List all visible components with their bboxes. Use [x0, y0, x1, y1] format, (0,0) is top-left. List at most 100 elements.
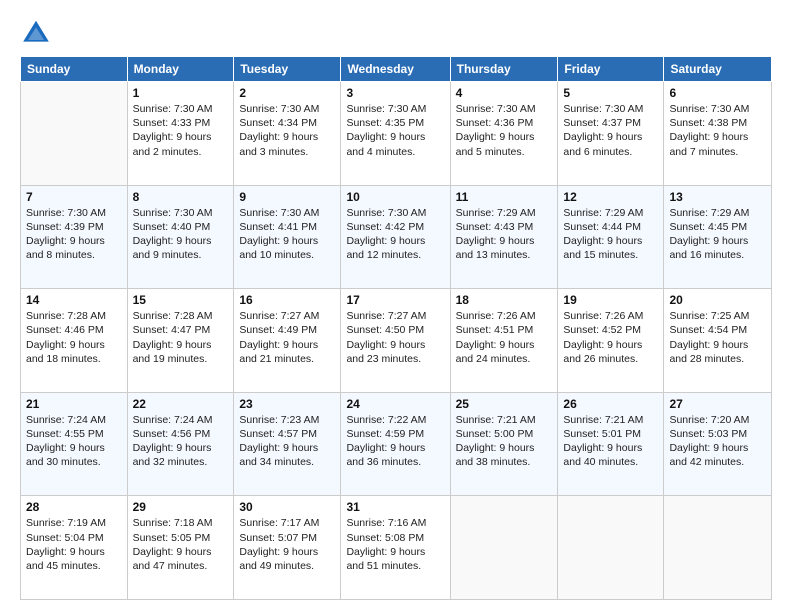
cell-info: Sunrise: 7:30 AM Sunset: 4:34 PM Dayligh… [239, 102, 335, 159]
cell-info: Sunrise: 7:30 AM Sunset: 4:36 PM Dayligh… [456, 102, 553, 159]
calendar-cell: 31 Sunrise: 7:16 AM Sunset: 5:08 PM Dayli… [341, 496, 450, 600]
cell-info: Sunrise: 7:30 AM Sunset: 4:42 PM Dayligh… [346, 206, 444, 263]
day-number: 6 [669, 86, 766, 100]
calendar-cell: 1Sunrise: 7:30 AM Sunset: 4:33 PM Daylig… [127, 82, 234, 186]
dow-header-saturday: Saturday [664, 57, 772, 82]
cell-info: Sunrise: 7:24 AM Sunset: 4:56 PM Dayligh… [133, 413, 229, 470]
cell-info: Sunrise: 7:30 AM Sunset: 4:37 PM Dayligh… [563, 102, 658, 159]
cell-info: Sunrise: 7:29 AM Sunset: 4:43 PM Dayligh… [456, 206, 553, 263]
day-number: 18 [456, 293, 553, 307]
calendar-cell: 17 Sunrise: 7:27 AM Sunset: 4:50 PM Dayli… [341, 289, 450, 393]
calendar-cell: 30 Sunrise: 7:17 AM Sunset: 5:07 PM Dayli… [234, 496, 341, 600]
cell-info: Sunrise: 7:27 AM Sunset: 4:50 PM Dayligh… [346, 309, 444, 366]
day-number: 5 [563, 86, 658, 100]
dow-header-wednesday: Wednesday [341, 57, 450, 82]
day-number: 11 [456, 190, 553, 204]
day-number: 30 [239, 500, 335, 514]
cell-info: Sunrise: 7:24 AM Sunset: 4:55 PM Dayligh… [26, 413, 122, 470]
cell-info: Sunrise: 7:27 AM Sunset: 4:49 PM Dayligh… [239, 309, 335, 366]
day-number: 10 [346, 190, 444, 204]
calendar-cell: 8 Sunrise: 7:30 AM Sunset: 4:40 PM Daylig… [127, 185, 234, 289]
page: SundayMondayTuesdayWednesdayThursdayFrid… [0, 0, 792, 612]
calendar-cell: 2 Sunrise: 7:30 AM Sunset: 4:34 PM Daylig… [234, 82, 341, 186]
day-number: 29 [133, 500, 229, 514]
day-number: 8 [133, 190, 229, 204]
calendar-cell: 29 Sunrise: 7:18 AM Sunset: 5:05 PM Dayli… [127, 496, 234, 600]
calendar-cell: 24Sunrise: 7:22 AM Sunset: 4:59 PM Dayli… [341, 392, 450, 496]
day-number: 15 [133, 293, 229, 307]
calendar-cell [664, 496, 772, 600]
calendar-cell: 13 Sunrise: 7:29 AM Sunset: 4:45 PM Dayli… [664, 185, 772, 289]
day-number: 13 [669, 190, 766, 204]
cell-info: Sunrise: 7:30 AM Sunset: 4:39 PM Dayligh… [26, 206, 122, 263]
calendar-cell: 21 Sunrise: 7:24 AM Sunset: 4:55 PM Dayli… [21, 392, 128, 496]
cell-info: Sunrise: 7:30 AM Sunset: 4:35 PM Dayligh… [346, 102, 444, 159]
calendar-cell: 11 Sunrise: 7:29 AM Sunset: 4:43 PM Dayli… [450, 185, 558, 289]
day-number: 20 [669, 293, 766, 307]
calendar-cell: 23 Sunrise: 7:23 AM Sunset: 4:57 PM Dayli… [234, 392, 341, 496]
day-number: 24 [346, 397, 444, 411]
cell-info: Sunrise: 7:30 AM Sunset: 4:41 PM Dayligh… [239, 206, 335, 263]
cell-info: Sunrise: 7:21 AM Sunset: 5:01 PM Dayligh… [563, 413, 658, 470]
cell-info: Sunrise: 7:28 AM Sunset: 4:46 PM Dayligh… [26, 309, 122, 366]
calendar-cell: 26 Sunrise: 7:21 AM Sunset: 5:01 PM Dayli… [558, 392, 664, 496]
cell-info: Sunrise: 7:30 AM Sunset: 4:40 PM Dayligh… [133, 206, 229, 263]
cell-info: Sunrise: 7:16 AM Sunset: 5:08 PM Dayligh… [346, 516, 444, 573]
dow-header-tuesday: Tuesday [234, 57, 341, 82]
calendar-cell [21, 82, 128, 186]
day-number: 21 [26, 397, 122, 411]
dow-header-sunday: Sunday [21, 57, 128, 82]
calendar-table: SundayMondayTuesdayWednesdayThursdayFrid… [20, 56, 772, 600]
logo [20, 16, 56, 48]
calendar-cell: 5 Sunrise: 7:30 AM Sunset: 4:37 PM Daylig… [558, 82, 664, 186]
day-number: 23 [239, 397, 335, 411]
cell-info: Sunrise: 7:18 AM Sunset: 5:05 PM Dayligh… [133, 516, 229, 573]
day-number: 3 [346, 86, 444, 100]
day-number: 9 [239, 190, 335, 204]
week-row-3: 21 Sunrise: 7:24 AM Sunset: 4:55 PM Dayli… [21, 392, 772, 496]
cell-info: Sunrise: 7:28 AM Sunset: 4:47 PM Dayligh… [133, 309, 229, 366]
cell-info: Sunrise: 7:21 AM Sunset: 5:00 PM Dayligh… [456, 413, 553, 470]
calendar-cell: 6 Sunrise: 7:30 AM Sunset: 4:38 PM Daylig… [664, 82, 772, 186]
cell-info: Sunrise: 7:25 AM Sunset: 4:54 PM Dayligh… [669, 309, 766, 366]
calendar-body: 1Sunrise: 7:30 AM Sunset: 4:33 PM Daylig… [21, 82, 772, 600]
calendar-cell: 15 Sunrise: 7:28 AM Sunset: 4:47 PM Dayli… [127, 289, 234, 393]
logo-icon [20, 16, 52, 48]
cell-info: Sunrise: 7:17 AM Sunset: 5:07 PM Dayligh… [239, 516, 335, 573]
calendar-cell: 12Sunrise: 7:29 AM Sunset: 4:44 PM Dayli… [558, 185, 664, 289]
cell-info: Sunrise: 7:23 AM Sunset: 4:57 PM Dayligh… [239, 413, 335, 470]
day-number: 31 [346, 500, 444, 514]
calendar-cell: 16 Sunrise: 7:27 AM Sunset: 4:49 PM Dayli… [234, 289, 341, 393]
calendar-cell: 3 Sunrise: 7:30 AM Sunset: 4:35 PM Daylig… [341, 82, 450, 186]
cell-info: Sunrise: 7:20 AM Sunset: 5:03 PM Dayligh… [669, 413, 766, 470]
week-row-1: 7 Sunrise: 7:30 AM Sunset: 4:39 PM Daylig… [21, 185, 772, 289]
day-number: 7 [26, 190, 122, 204]
week-row-0: 1Sunrise: 7:30 AM Sunset: 4:33 PM Daylig… [21, 82, 772, 186]
calendar-cell: 28 Sunrise: 7:19 AM Sunset: 5:04 PM Dayli… [21, 496, 128, 600]
dow-header-monday: Monday [127, 57, 234, 82]
cell-info: Sunrise: 7:26 AM Sunset: 4:51 PM Dayligh… [456, 309, 553, 366]
cell-info: Sunrise: 7:26 AM Sunset: 4:52 PM Dayligh… [563, 309, 658, 366]
day-number: 28 [26, 500, 122, 514]
day-number: 26 [563, 397, 658, 411]
day-number: 19 [563, 293, 658, 307]
calendar-cell: 25Sunrise: 7:21 AM Sunset: 5:00 PM Dayli… [450, 392, 558, 496]
day-number: 16 [239, 293, 335, 307]
days-of-week-row: SundayMondayTuesdayWednesdayThursdayFrid… [21, 57, 772, 82]
calendar-cell: 14Sunrise: 7:28 AM Sunset: 4:46 PM Dayli… [21, 289, 128, 393]
dow-header-friday: Friday [558, 57, 664, 82]
cell-info: Sunrise: 7:30 AM Sunset: 4:38 PM Dayligh… [669, 102, 766, 159]
cell-info: Sunrise: 7:30 AM Sunset: 4:33 PM Dayligh… [133, 102, 229, 159]
cell-info: Sunrise: 7:29 AM Sunset: 4:45 PM Dayligh… [669, 206, 766, 263]
calendar-cell: 19 Sunrise: 7:26 AM Sunset: 4:52 PM Dayli… [558, 289, 664, 393]
dow-header-thursday: Thursday [450, 57, 558, 82]
day-number: 17 [346, 293, 444, 307]
day-number: 27 [669, 397, 766, 411]
day-number: 2 [239, 86, 335, 100]
cell-info: Sunrise: 7:19 AM Sunset: 5:04 PM Dayligh… [26, 516, 122, 573]
calendar-cell: 27 Sunrise: 7:20 AM Sunset: 5:03 PM Dayli… [664, 392, 772, 496]
calendar-cell [558, 496, 664, 600]
calendar-cell: 4Sunrise: 7:30 AM Sunset: 4:36 PM Daylig… [450, 82, 558, 186]
calendar-cell: 20 Sunrise: 7:25 AM Sunset: 4:54 PM Dayli… [664, 289, 772, 393]
week-row-4: 28 Sunrise: 7:19 AM Sunset: 5:04 PM Dayli… [21, 496, 772, 600]
